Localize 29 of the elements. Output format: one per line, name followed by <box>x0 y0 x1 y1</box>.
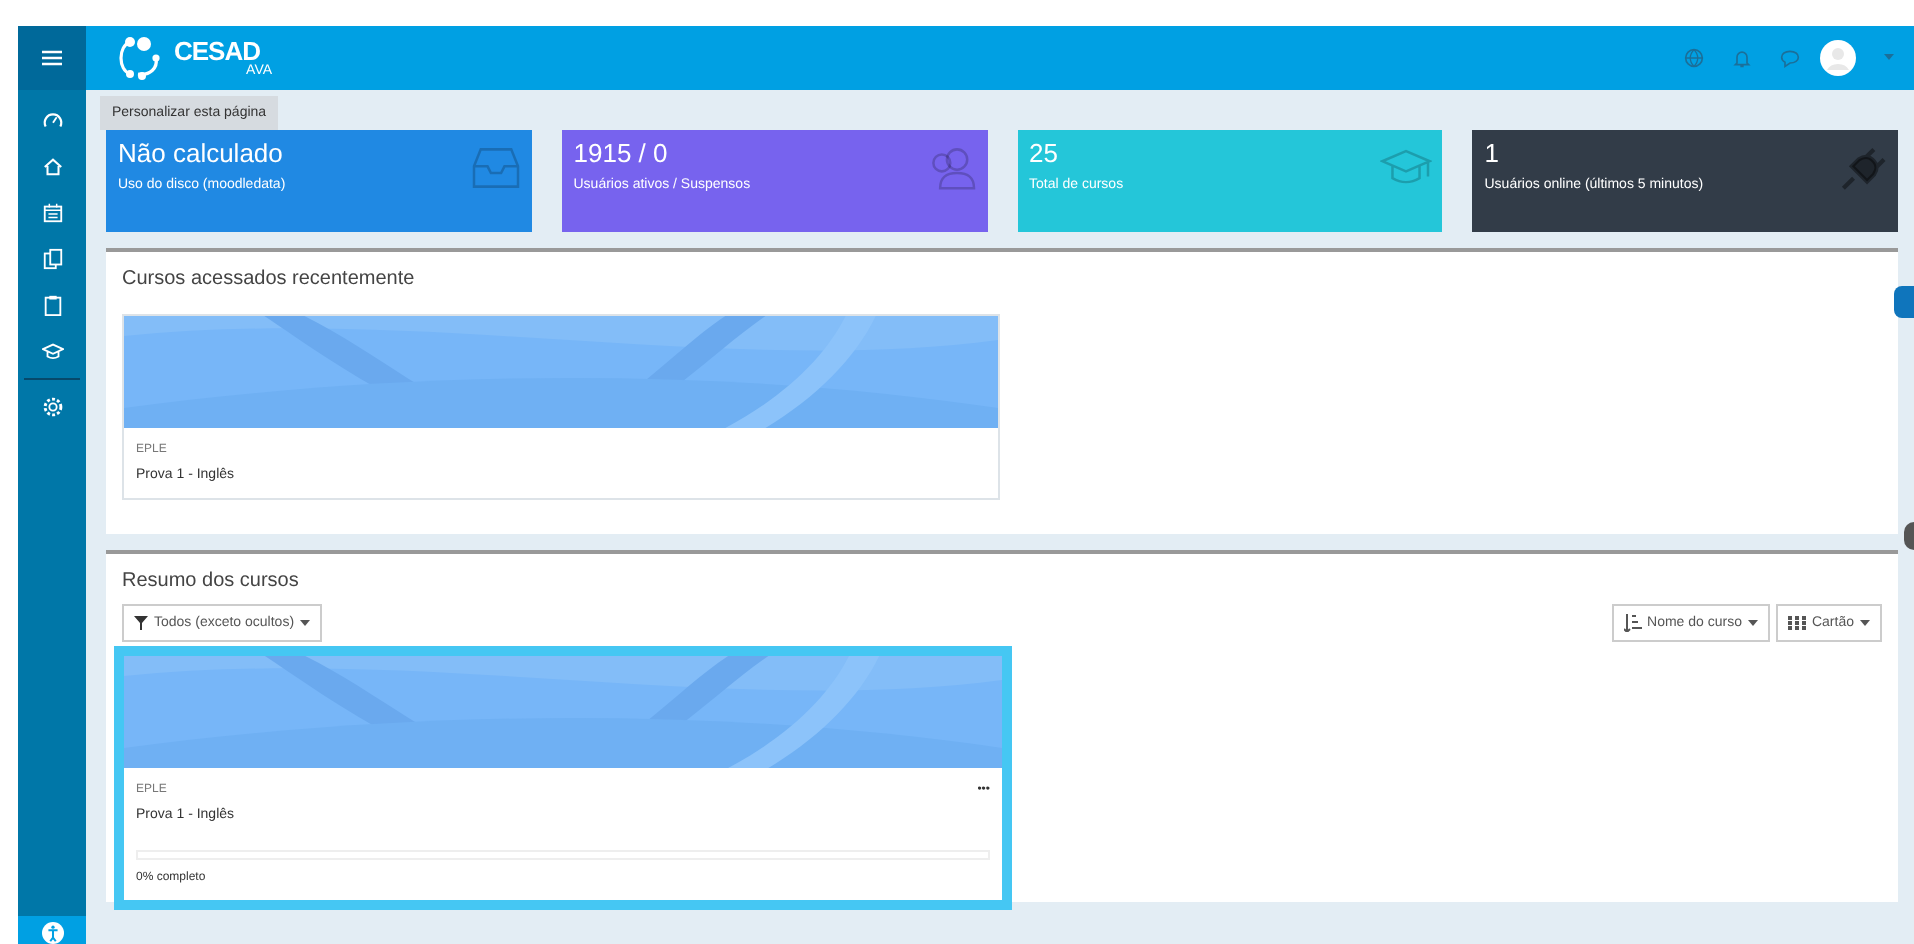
side-tab-button[interactable] <box>1904 522 1914 550</box>
files-icon[interactable] <box>41 248 63 270</box>
home-icon[interactable] <box>41 156 63 178</box>
sort-icon <box>1623 614 1642 632</box>
accessibility-icon <box>41 922 63 944</box>
section-title: Cursos acessados recentemente <box>122 268 417 290</box>
caret-icon <box>1860 620 1870 626</box>
stat-value: 25 <box>1029 138 1060 168</box>
dashboard-icon[interactable] <box>41 110 63 132</box>
side-tab-button[interactable] <box>1894 286 1914 318</box>
avatar-icon[interactable] <box>1820 40 1856 76</box>
menu-icon <box>42 50 62 66</box>
stat-value: 1915 / 0 <box>573 138 670 168</box>
inbox-icon <box>469 146 522 190</box>
plug-icon <box>1836 146 1888 190</box>
filter-icon <box>134 616 148 630</box>
menu-button[interactable] <box>18 26 86 90</box>
logo-title: CESAD <box>174 38 261 64</box>
clipboard-icon[interactable] <box>41 294 63 316</box>
caret-icon <box>300 620 311 626</box>
section-title: Resumo dos cursos <box>122 570 301 592</box>
stat-value: 1 <box>1484 138 1501 168</box>
stat-value: Não calculado <box>118 138 285 168</box>
caret-icon <box>1747 620 1758 626</box>
grid-icon <box>1787 616 1806 630</box>
calendar-icon[interactable] <box>41 202 63 224</box>
accessibility-button[interactable] <box>18 916 86 944</box>
settings-icon[interactable] <box>41 396 63 418</box>
graduation-cap-icon[interactable] <box>41 340 63 362</box>
